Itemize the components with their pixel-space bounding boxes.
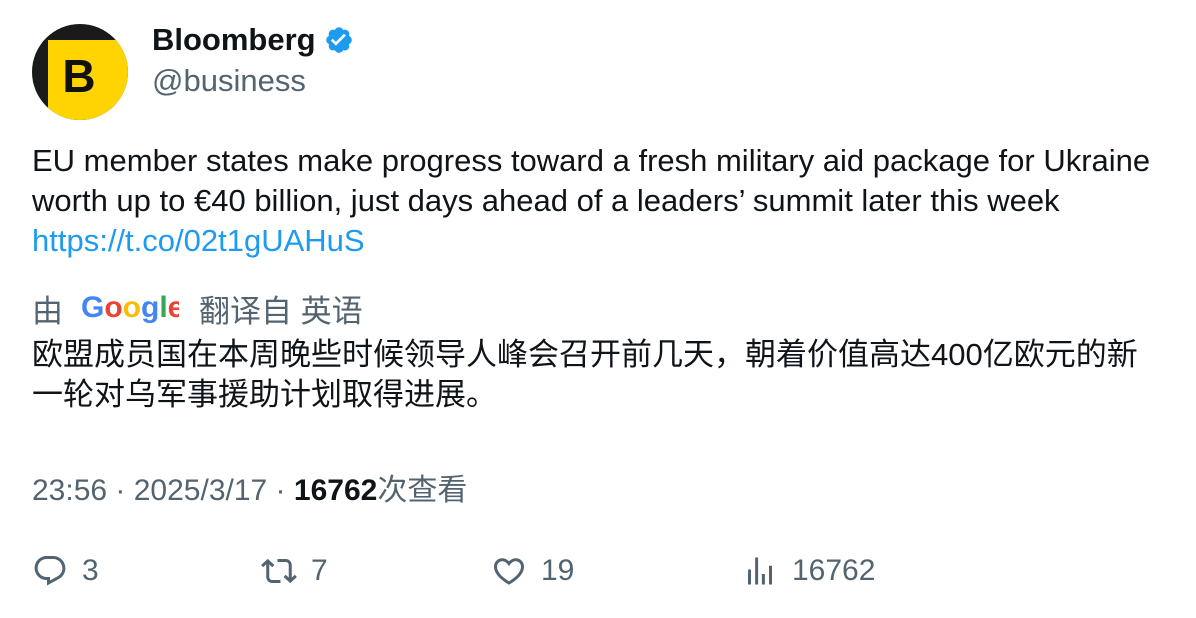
retweet-count: 7 xyxy=(311,554,328,587)
views-button[interactable]: 16762 xyxy=(742,551,875,591)
reply-icon xyxy=(34,556,66,586)
reply-count: 3 xyxy=(82,554,99,587)
tweet-body: EU member states make progress toward a … xyxy=(32,143,1151,218)
retweet-icon xyxy=(261,558,297,584)
tweet-time[interactable]: 23:56 xyxy=(32,474,107,507)
tweet-text: EU member states make progress toward a … xyxy=(32,141,1168,261)
svg-text:B: B xyxy=(62,50,95,102)
tweet-date[interactable]: 2025/3/17 xyxy=(134,474,267,507)
avatar[interactable]: B xyxy=(32,24,128,120)
like-button[interactable]: 19 xyxy=(491,551,574,591)
translation-attribution: 由 Google 翻译自 英语 xyxy=(32,286,363,330)
translated-text: 欧盟成员国在本周晚些时候领导人峰会召开前几天，朝着价值高达400亿欧元的新一轮对… xyxy=(32,337,1138,412)
views-label: 次查看 xyxy=(377,474,468,507)
tweet-meta: 23:56 · 2025/3/17 · 16762次查看 xyxy=(32,465,467,509)
translation-prefix: 由 xyxy=(32,293,63,329)
svg-text:Google: Google xyxy=(81,291,179,324)
reply-button[interactable]: 3 xyxy=(32,551,99,591)
author-name[interactable]: Bloomberg xyxy=(152,22,316,58)
meta-separator: · xyxy=(107,474,134,507)
meta-separator-2: · xyxy=(267,474,294,507)
google-logo-icon[interactable]: Google xyxy=(81,291,179,325)
views-count: 16762 xyxy=(293,474,378,507)
tweet-link[interactable]: https://t.co/02t1gUAHuS xyxy=(32,223,365,258)
analytics-icon xyxy=(748,557,772,585)
bloomberg-logo-icon: B xyxy=(32,24,128,120)
views-action-count: 16762 xyxy=(792,554,876,587)
retweet-button[interactable]: 7 xyxy=(261,551,328,591)
heart-icon xyxy=(493,558,525,585)
like-count: 19 xyxy=(541,554,575,587)
translation-suffix: 翻译自 英语 xyxy=(199,293,363,329)
author-handle[interactable]: @business xyxy=(152,63,306,99)
verified-badge-icon xyxy=(325,27,352,53)
